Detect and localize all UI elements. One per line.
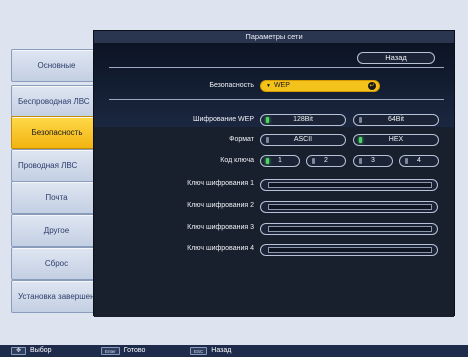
menu-item-reset[interactable]: Сброс: [11, 247, 102, 280]
menu-item-label: Безопасность: [31, 128, 83, 137]
menu-item-other[interactable]: Другое: [11, 214, 102, 247]
encryption-key-1-input[interactable]: [268, 182, 432, 188]
security-value: WEP: [273, 82, 290, 89]
enter-key-icon: Enter: [101, 347, 120, 355]
wep-64bit-radio[interactable]: 64Bit: [353, 114, 439, 126]
radio-indicator: [359, 117, 362, 123]
key-id-3-radio[interactable]: 3: [353, 155, 393, 167]
format-hex-radio[interactable]: HEX: [353, 134, 439, 146]
encryption-key-2-input[interactable]: [268, 204, 432, 210]
encryption-key-4-field[interactable]: [260, 244, 438, 256]
key-id-4-radio[interactable]: 4: [399, 155, 439, 167]
encryption-key-2-label: Ключ шифрования 2: [187, 202, 254, 209]
done-hint: Enter Готово: [101, 345, 145, 357]
menu-item-mail[interactable]: Почта: [11, 181, 102, 214]
radio-indicator: [312, 158, 315, 164]
format-label: Формат: [229, 136, 254, 143]
radio-indicator: [266, 117, 269, 123]
menu-item-label: Установка завершена: [18, 292, 99, 301]
radio-indicator: [359, 158, 362, 164]
encryption-key-3-label: Ключ шифрования 3: [187, 224, 254, 231]
radio-label: ASCII: [293, 136, 313, 143]
radio-label: HEX: [388, 136, 404, 143]
enter-icon: ↵: [368, 82, 376, 90]
menu-item-wireless-lan[interactable]: Беспроводная ЛВС: [11, 85, 102, 118]
esc-key-icon: ESC: [190, 347, 208, 355]
key-id-1-radio[interactable]: 1: [260, 155, 300, 167]
key-id-2-radio[interactable]: 2: [306, 155, 346, 167]
done-hint-label: Готово: [123, 347, 146, 354]
projector-network-settings-screen: Основные Беспроводная ЛВС Безопасность П…: [0, 0, 468, 357]
menu-item-label: Сброс: [44, 259, 69, 268]
key-id-label: Код ключа: [220, 157, 254, 164]
key-hint-bar: ✥ Выбор Enter Готово ESC Назад: [0, 345, 468, 357]
menu-item-basic[interactable]: Основные: [11, 49, 102, 82]
wep-encryption-label: Шифрование WEP: [193, 116, 254, 123]
panel-title: Параметры сети: [94, 31, 454, 43]
encryption-key-3-input[interactable]: [268, 226, 432, 232]
settings-panel: Параметры сети Назад Безопасность ▼ WEP ↵…: [93, 30, 455, 317]
back-hint-label: Назад: [211, 347, 232, 354]
encryption-key-4-label: Ключ шифрования 4: [187, 245, 254, 252]
radio-indicator: [266, 137, 269, 143]
menu-item-label: Почта: [45, 193, 68, 202]
menu-item-label: Другое: [43, 226, 70, 235]
format-ascii-radio[interactable]: ASCII: [260, 134, 346, 146]
menu-item-wired-lan[interactable]: Проводная ЛВС: [11, 149, 102, 182]
select-hint-label: Выбор: [30, 347, 52, 354]
back-button[interactable]: Назад: [357, 52, 435, 64]
encryption-key-3-field[interactable]: [260, 223, 438, 235]
radio-label: 64Bit: [388, 116, 404, 123]
encryption-key-2-field[interactable]: [260, 201, 438, 213]
menu-item-label: Проводная ЛВС: [18, 161, 78, 170]
arrow-keys-icon: ✥: [11, 347, 27, 355]
encryption-key-1-label: Ключ шифрования 1: [187, 180, 254, 187]
radio-indicator: [359, 137, 362, 143]
menu-item-label: Основные: [37, 61, 76, 70]
select-hint: ✥ Выбор: [11, 345, 52, 357]
security-label: Безопасность: [209, 82, 254, 89]
wep-128bit-radio[interactable]: 128Bit: [260, 114, 346, 126]
divider: [109, 99, 444, 100]
encryption-key-4-input[interactable]: [268, 247, 432, 253]
security-dropdown[interactable]: ▼ WEP ↵: [260, 80, 380, 92]
menu-item-label: Беспроводная ЛВС: [18, 97, 90, 106]
divider: [109, 67, 444, 68]
radio-label: 128Bit: [293, 116, 313, 123]
radio-indicator: [405, 158, 408, 164]
encryption-key-1-field[interactable]: [260, 179, 438, 191]
triangle-down-icon: ▼: [266, 83, 271, 89]
radio-indicator: [266, 158, 269, 164]
back-hint: ESC Назад: [190, 345, 231, 357]
menu-item-setup-complete[interactable]: Установка завершена: [11, 280, 102, 313]
menu-item-security[interactable]: Безопасность: [11, 116, 103, 149]
